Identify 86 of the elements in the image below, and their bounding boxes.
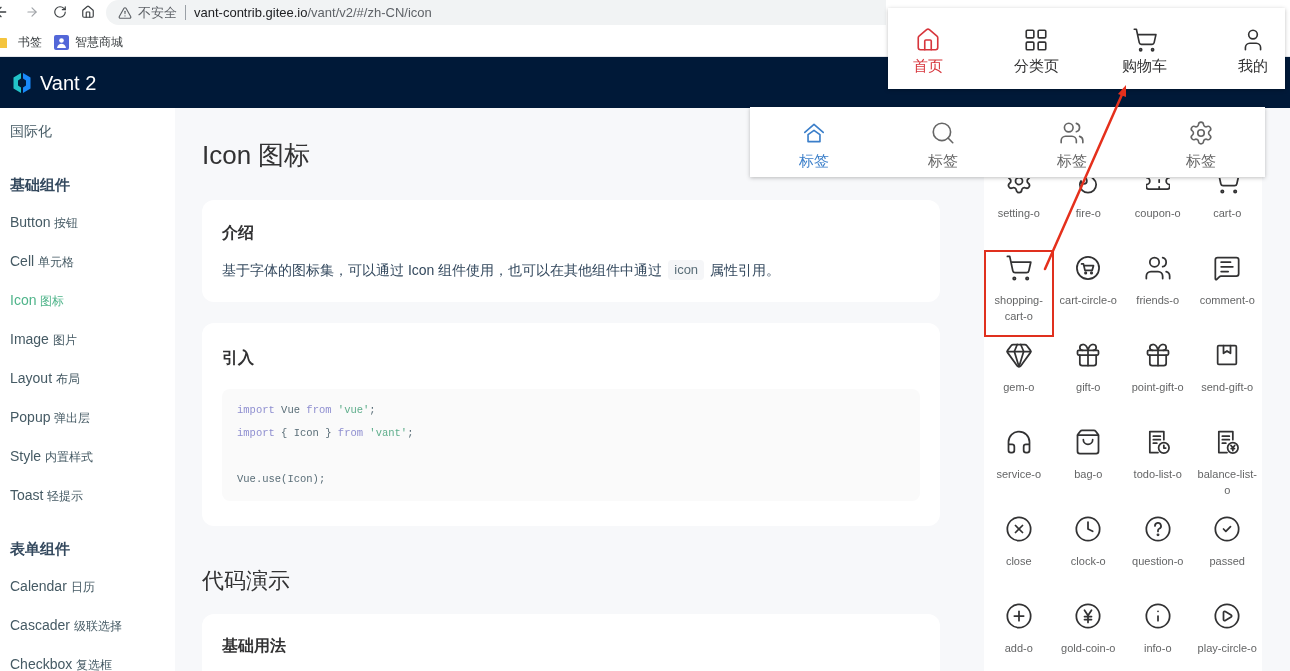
nav-link[interactable]: Layout 布局	[10, 358, 81, 397]
tab-item[interactable]: 标签	[784, 120, 845, 171]
card-heading: 引入	[222, 348, 254, 368]
tab-item[interactable]: 首页	[896, 27, 960, 77]
icon-name-label: todo-list-o	[1133, 467, 1182, 482]
nav-link[interactable]: Toast 轻提示	[10, 475, 84, 514]
tab-item[interactable]: 标签	[1041, 120, 1102, 171]
icon-name-label: add-o	[1004, 641, 1033, 656]
card-heading: 基础用法	[222, 636, 286, 656]
favicon-icon	[54, 34, 69, 50]
card-heading: 介绍	[222, 223, 254, 243]
gem-icon	[1004, 341, 1033, 369]
paragraph-text: 属性引用。	[710, 261, 781, 280]
nav-link[interactable]: Style 内置样式	[10, 436, 94, 475]
icon-name-label: send-gift-o	[1201, 380, 1254, 395]
cart-icon	[1004, 254, 1033, 282]
nav-link[interactable]: Checkbox 复选框	[10, 644, 113, 671]
clock-icon	[1074, 515, 1103, 543]
home-icon	[914, 27, 941, 53]
question-circle-icon	[1143, 515, 1172, 543]
comment-icon	[1213, 254, 1242, 282]
nav-link[interactable]: Image 图片	[10, 319, 77, 358]
close-circle-icon	[1004, 515, 1033, 543]
icon-name-label: close	[1005, 554, 1032, 569]
icon-name-label: fire-o	[1075, 206, 1101, 221]
info-icon	[1143, 602, 1172, 630]
address-bar[interactable]: 不安全 vant-contrib.gitee.io/vant/v2/#/zh-CN/icon	[106, 0, 886, 25]
nav-link[interactable]: Popup 弹出层	[10, 397, 91, 436]
nav-link[interactable]: 国际化	[10, 111, 52, 150]
tab-item[interactable]: 标签	[913, 120, 974, 171]
icon-name-label: cart-o	[1213, 206, 1242, 221]
cart-in-circle-icon	[1074, 254, 1103, 282]
page-title: Icon 图标	[202, 139, 311, 172]
icon-name-label: bag-o	[1074, 467, 1103, 482]
paragraph-text: 基于字体的图标集，可以通过 Icon 组件使用，也可以在其他组件中通过	[222, 261, 663, 280]
settings-icon	[1187, 120, 1214, 146]
nav-link[interactable]: Cell 单元格	[10, 241, 75, 280]
icon-name-label: question-o	[1132, 554, 1184, 569]
nav-group-title: 基础组件	[10, 175, 70, 195]
nav-link[interactable]: Cascader 级联选择	[10, 605, 122, 644]
tab-item[interactable]: 分类页	[1004, 27, 1068, 77]
yen-coin-icon	[1074, 602, 1103, 630]
bookmark-button[interactable]: 书签	[0, 31, 42, 53]
nav-link[interactable]: Button 按钮	[10, 202, 79, 241]
plus-circle-icon	[1004, 602, 1033, 630]
icon-name-label: passed	[1209, 554, 1245, 569]
warning-icon	[118, 5, 132, 20]
nav-link[interactable]: Calendar 日历	[10, 566, 95, 605]
check-circle-icon	[1213, 515, 1242, 543]
icon-name-label: friends-o	[1136, 293, 1180, 308]
icon-name-label: cart-circle-o	[1059, 293, 1117, 308]
back-icon[interactable]	[0, 4, 9, 20]
icon-name-label: balance-list-o	[1196, 467, 1258, 498]
icon-name-label: gem-o	[1003, 380, 1035, 395]
icon-name-label: setting-o	[997, 206, 1040, 221]
code-line: Vue.use(Icon);	[237, 472, 326, 487]
icon-name-label: shopping-cart-o	[993, 293, 1044, 324]
code-line: import Vue from 'vue';	[237, 403, 376, 418]
nav-group-title: 表单组件	[10, 539, 70, 559]
logo-icon	[12, 71, 32, 94]
tab-item[interactable]: 我的	[1221, 27, 1285, 77]
icon-name-label: gift-o	[1076, 380, 1101, 395]
section-title: 代码演示	[202, 567, 290, 595]
icon-name-label: coupon-o	[1134, 206, 1181, 221]
people-icon	[1058, 120, 1085, 146]
cart-icon	[1131, 27, 1158, 53]
tab-item[interactable]: 购物车	[1113, 27, 1177, 77]
code-line: import { Icon } from 'vant';	[237, 426, 414, 441]
inline-code: icon	[668, 260, 705, 280]
reload-icon[interactable]	[53, 5, 67, 19]
home-icon[interactable]	[81, 5, 95, 19]
grid-icon	[1023, 27, 1050, 53]
folder-icon	[0, 35, 7, 49]
icon-name-label: comment-o	[1199, 293, 1255, 308]
icon-name-label: clock-o	[1070, 554, 1106, 569]
gear-icon	[1006, 178, 1031, 195]
icon-name-label: play-circle-o	[1197, 641, 1257, 656]
icon-name-label: point-gift-o	[1131, 380, 1184, 395]
icon-name-label: service-o	[996, 467, 1042, 482]
people-icon	[1143, 254, 1172, 282]
icon-name-label: gold-coin-o	[1061, 641, 1116, 656]
play-circle-icon	[1213, 602, 1242, 630]
icon-name-label: info-o	[1144, 641, 1172, 656]
tab-item[interactable]: 标签	[1170, 120, 1231, 171]
logo-text: Vant 2	[40, 70, 97, 96]
bookmark-button[interactable]: 智慧商城	[54, 31, 123, 53]
